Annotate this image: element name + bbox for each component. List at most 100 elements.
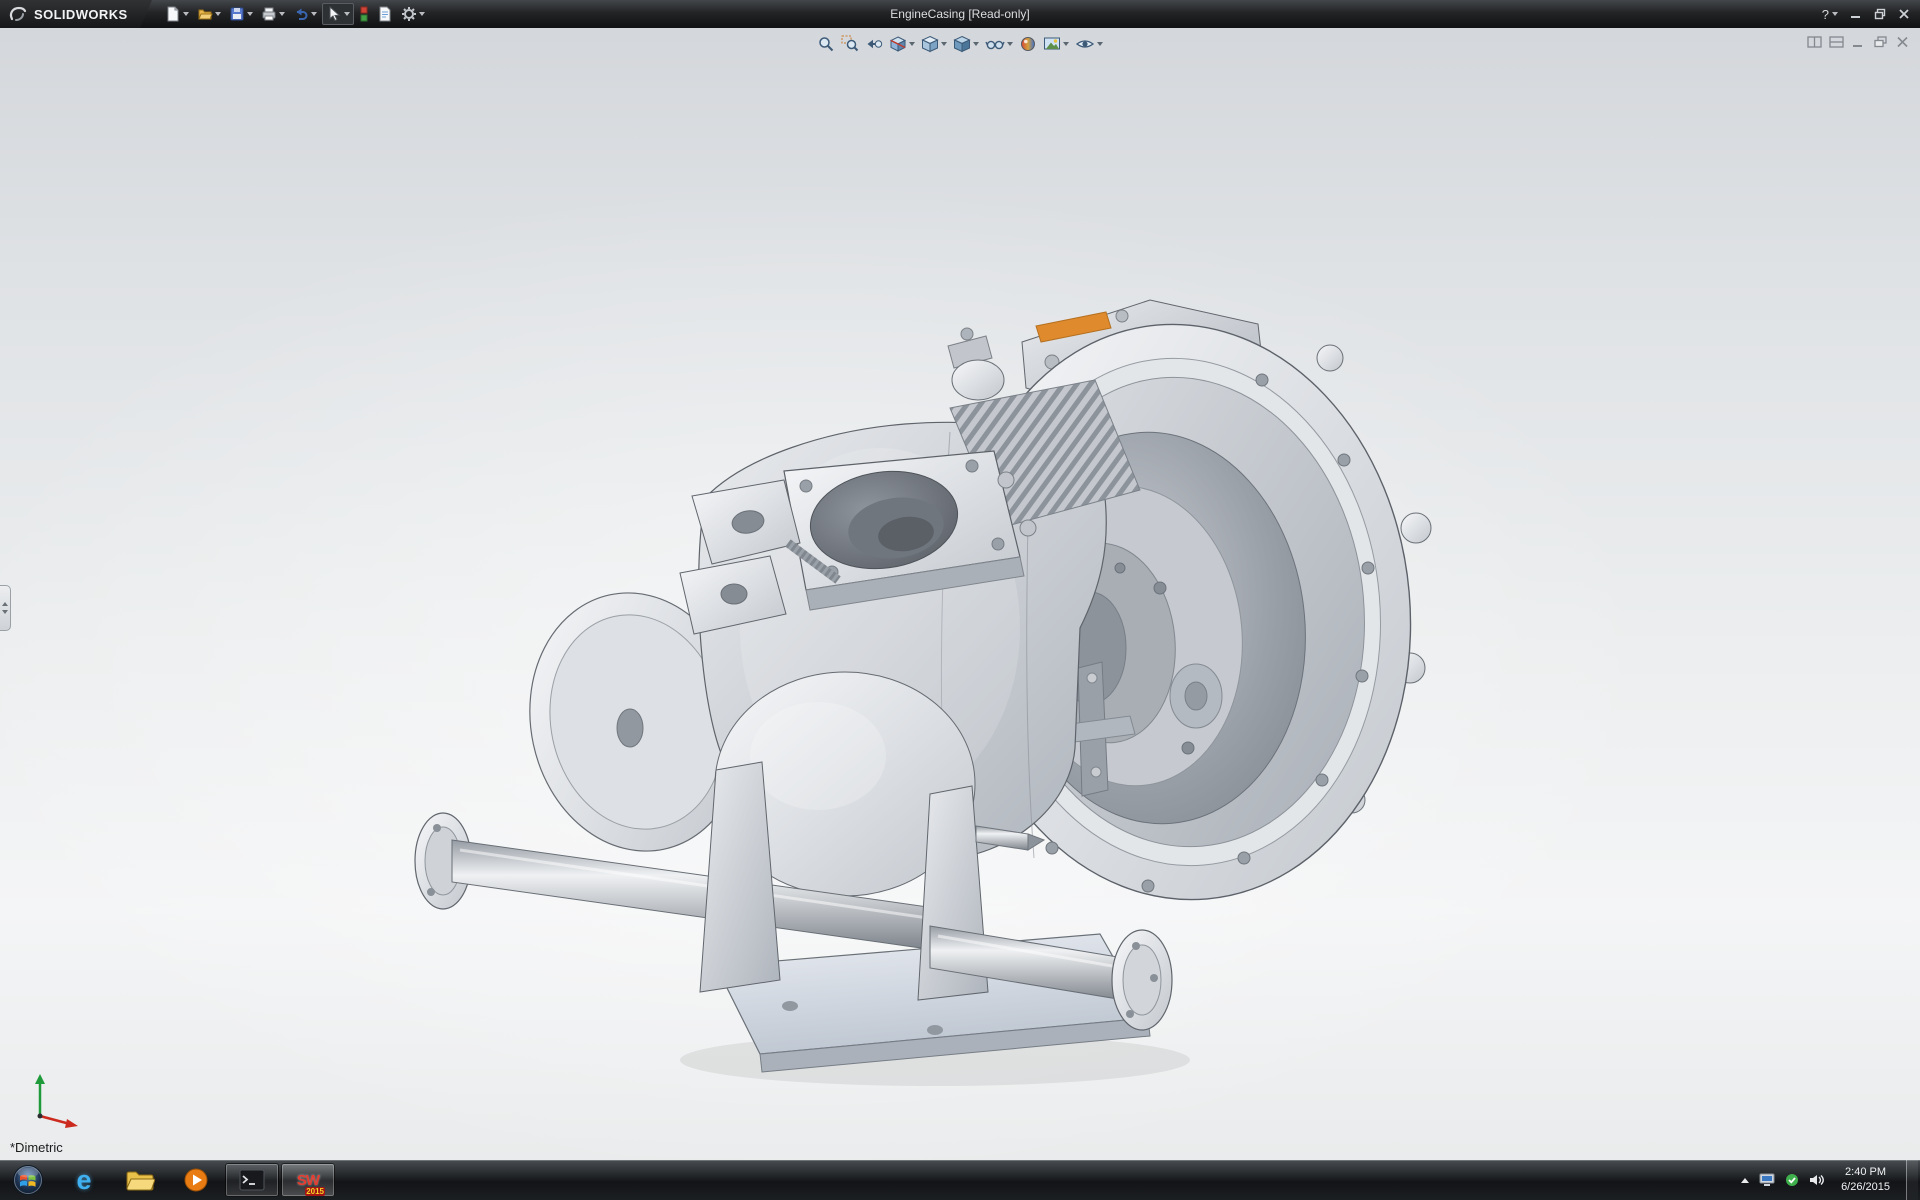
view-settings-button[interactable] xyxy=(1074,34,1104,54)
undo-button[interactable] xyxy=(290,3,320,25)
triad-y-arrowhead xyxy=(35,1074,45,1084)
file-properties-icon xyxy=(377,6,393,22)
dropdown-caret xyxy=(279,12,285,16)
dropdown-caret xyxy=(183,12,189,16)
document-window-controls xyxy=(1807,36,1910,48)
headsup-view-toolbar xyxy=(816,34,1104,54)
edit-appearance-button[interactable] xyxy=(1018,34,1038,54)
safely-remove-tray-icon[interactable] xyxy=(1785,1173,1799,1187)
dropdown-caret xyxy=(973,42,979,46)
taskbar-command-prompt[interactable] xyxy=(225,1163,279,1197)
taskbar-solidworks-2015[interactable]: SW 2015 xyxy=(281,1163,335,1197)
doc-restore-icon xyxy=(1873,36,1888,48)
volume-tray-icon[interactable] xyxy=(1809,1173,1825,1187)
dropdown-caret xyxy=(419,12,425,16)
document-title: EngineCasing [Read-only] xyxy=(890,7,1029,21)
new-document-icon xyxy=(165,6,181,22)
zoom-to-area-icon xyxy=(841,35,859,53)
view-settings-eye-icon xyxy=(1075,35,1095,53)
dropdown-caret xyxy=(909,42,915,46)
engine-casing-model[interactable] xyxy=(0,28,1920,1160)
solidworks-logo-text: SOLIDWORKS xyxy=(34,7,128,22)
save-button[interactable] xyxy=(226,3,256,25)
minimize-button[interactable] xyxy=(1850,8,1862,20)
print-button[interactable] xyxy=(258,3,288,25)
display-style-icon xyxy=(953,35,971,53)
titlebar-window-controls: ? xyxy=(1822,7,1920,22)
zoom-to-fit-icon xyxy=(817,35,835,53)
file-properties-button[interactable] xyxy=(374,3,396,25)
options-button[interactable] xyxy=(398,3,428,25)
view-orientation-button[interactable] xyxy=(920,34,948,54)
show-hidden-icons-chevron[interactable] xyxy=(1741,1178,1749,1183)
options-gear-icon xyxy=(401,6,417,22)
split-vertical-button[interactable] xyxy=(1807,36,1822,48)
open-button[interactable] xyxy=(194,3,224,25)
dropdown-caret xyxy=(247,12,253,16)
taskbar-internet-explorer[interactable]: e xyxy=(57,1163,111,1197)
dropdown-caret xyxy=(1832,12,1838,16)
folder-icon xyxy=(125,1168,155,1192)
chevron-up-icon xyxy=(2,599,8,606)
open-folder-icon xyxy=(197,6,213,22)
windows-logo-icon xyxy=(12,1164,44,1196)
restore-button[interactable] xyxy=(1874,8,1886,20)
taskbar-media-player[interactable] xyxy=(169,1163,223,1197)
zoom-to-fit-button[interactable] xyxy=(816,34,836,54)
hide-show-items-button[interactable] xyxy=(984,34,1014,54)
undo-icon xyxy=(293,6,309,22)
display-tray-icon[interactable] xyxy=(1759,1173,1775,1187)
orientation-triad[interactable] xyxy=(18,1068,82,1132)
system-tray: 2:40 PM 6/26/2015 xyxy=(1741,1160,1920,1200)
zoom-to-area-button[interactable] xyxy=(840,34,860,54)
dropdown-caret xyxy=(1097,42,1103,46)
doc-close-button[interactable] xyxy=(1895,36,1910,48)
taskbar-windows-explorer[interactable] xyxy=(113,1163,167,1197)
chevron-down-icon xyxy=(2,610,8,617)
dropdown-caret xyxy=(1063,42,1069,46)
section-view-icon xyxy=(889,35,907,53)
edit-appearance-ball-icon xyxy=(1019,35,1037,53)
view-orientation-cube-icon xyxy=(921,35,939,53)
select-cursor-icon xyxy=(326,6,342,22)
apply-scene-icon xyxy=(1043,35,1061,53)
titlebar: SOLIDWORKS xyxy=(0,0,1920,28)
split-horizontal-button[interactable] xyxy=(1829,36,1844,48)
command-prompt-icon xyxy=(239,1169,265,1191)
titlebar-toolbar xyxy=(162,3,428,25)
split-horizontal-icon xyxy=(1829,36,1844,48)
solidworks-glyph: SW xyxy=(297,1172,319,1189)
select-tool-button[interactable] xyxy=(322,3,354,25)
clock-date: 6/26/2015 xyxy=(1841,1180,1890,1195)
new-document-button[interactable] xyxy=(162,3,192,25)
taskbar: e SW 2015 xyxy=(0,1160,1920,1200)
dropdown-caret xyxy=(941,42,947,46)
dropdown-caret xyxy=(215,12,221,16)
solidworks-logo-icon xyxy=(8,5,28,23)
doc-minimize-icon xyxy=(1851,36,1866,48)
apply-scene-button[interactable] xyxy=(1042,34,1070,54)
restore-icon xyxy=(1874,8,1886,20)
rebuild-status-button[interactable] xyxy=(356,3,372,25)
doc-restore-button[interactable] xyxy=(1873,36,1888,48)
doc-minimize-button[interactable] xyxy=(1851,36,1866,48)
start-button[interactable] xyxy=(0,1160,56,1200)
print-icon xyxy=(261,6,277,22)
close-button[interactable] xyxy=(1898,8,1910,20)
show-desktop-button[interactable] xyxy=(1906,1160,1918,1200)
save-icon xyxy=(229,6,245,22)
dropdown-caret xyxy=(1007,42,1013,46)
hide-show-glasses-icon xyxy=(985,35,1005,53)
graphics-viewport[interactable]: *Dimetric xyxy=(0,28,1920,1160)
display-style-button[interactable] xyxy=(952,34,980,54)
previous-view-icon xyxy=(865,35,883,53)
dropdown-caret xyxy=(344,12,350,16)
help-button[interactable]: ? xyxy=(1822,7,1838,22)
taskbar-clock[interactable]: 2:40 PM 6/26/2015 xyxy=(1835,1165,1896,1195)
task-pane-collapse-handle[interactable] xyxy=(0,585,11,631)
split-vertical-icon xyxy=(1807,36,1822,48)
previous-view-button[interactable] xyxy=(864,34,884,54)
clock-time: 2:40 PM xyxy=(1841,1165,1890,1180)
section-view-button[interactable] xyxy=(888,34,916,54)
solidworks-app-icon: SW 2015 xyxy=(293,1165,323,1195)
